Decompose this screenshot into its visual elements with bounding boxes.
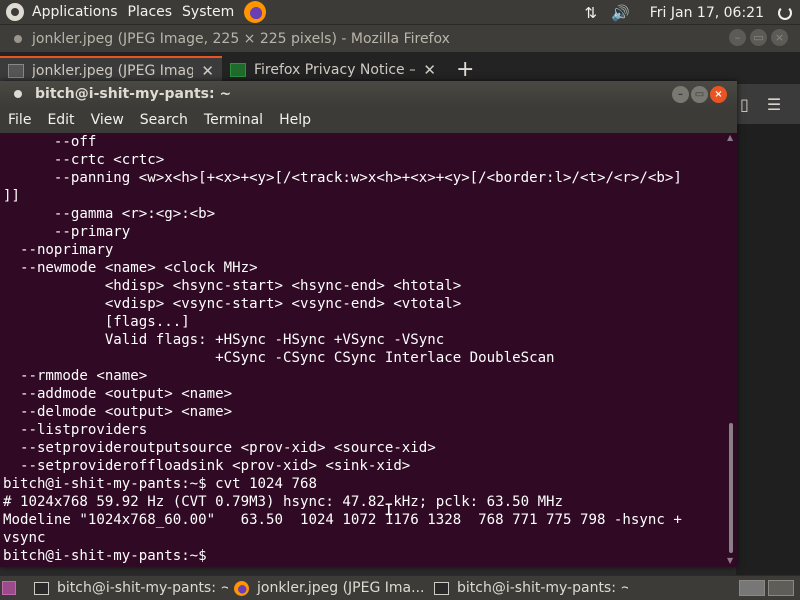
terminal-window-title: bitch@i-shit-my-pants: ~ <box>35 86 232 102</box>
terminal-line: [flags...] <box>3 314 190 330</box>
system-menu-label: System <box>182 4 235 20</box>
firefox-window-title: jonkler.jpeg (JPEG Image, 225 × 225 pixe… <box>32 30 450 47</box>
menu-search[interactable]: Search <box>132 112 196 128</box>
terminal-output[interactable]: --off --crtc <crtc> --panning <w>x<h>[+<… <box>0 133 737 567</box>
menu-help[interactable]: Help <box>271 112 319 128</box>
new-tab-icon[interactable]: + <box>444 57 486 84</box>
task-label: jonkler.jpeg (JPEG Ima... <box>257 580 425 596</box>
task-firefox[interactable]: jonkler.jpeg (JPEG Ima... <box>228 576 428 600</box>
places-menu-label: Places <box>127 4 173 20</box>
terminal-line: Valid flags: +HSync -HSync +VSync -VSync <box>3 332 445 348</box>
terminal-line: <vdisp> <vsync-start> <vsync-end> <vtota… <box>3 296 462 312</box>
tab-jonkler[interactable]: jonkler.jpeg (JPEG Image ✕ <box>0 56 222 84</box>
tab-label: Firefox Privacy Notice — <box>254 62 416 78</box>
terminal-window-controls: – ▭ × <box>672 86 727 103</box>
task-label: bitch@i-shit-my-pants: ~ <box>57 580 228 596</box>
sidebar-icon[interactable]: ▯ <box>740 95 749 114</box>
menu-edit[interactable]: Edit <box>39 112 82 128</box>
terminal-icon <box>34 581 49 595</box>
show-desktop-icon[interactable] <box>2 581 16 595</box>
tab-close-icon[interactable]: ✕ <box>423 61 436 79</box>
terminal-line: --rmmode <name> <box>3 368 148 384</box>
image-tab-icon <box>8 64 24 78</box>
terminal-line: Modeline "1024x768_60.00" 63.50 1024 107… <box>3 512 682 528</box>
panel-tray: ⇅ 🔊 Fri Jan 17, 06:21 <box>585 0 800 25</box>
terminal-menubar: File Edit View Search Terminal Help <box>0 107 737 133</box>
firefox-tab-strip: jonkler.jpeg (JPEG Image ✕ Firefox Priva… <box>0 52 800 84</box>
terminal-line: --noprimary <box>3 242 114 258</box>
clock[interactable]: Fri Jan 17, 06:21 <box>650 5 764 21</box>
minimize-icon[interactable]: – <box>729 29 746 46</box>
text-cursor-icon: I <box>384 500 394 519</box>
applications-menu-label: Applications <box>32 4 118 20</box>
top-panel: Applications Places System ⇅ 🔊 Fri Jan 1… <box>0 0 800 25</box>
scroll-down-icon[interactable]: ▼ <box>727 556 733 565</box>
menu-view[interactable]: View <box>83 112 132 128</box>
firefox-content <box>736 124 800 575</box>
firefox-window-controls: – ▭ × <box>729 29 788 46</box>
firefox-launcher-icon[interactable] <box>244 1 267 23</box>
task-terminal-2[interactable]: bitch@i-shit-my-pants: ~ <box>428 576 628 600</box>
terminal-line: ]] <box>3 188 20 204</box>
tab-privacy-notice[interactable]: Firefox Privacy Notice — ✕ <box>222 56 444 84</box>
terminal-line: --setprovideroffloadsink <prov-xid> <sin… <box>3 458 411 474</box>
terminal-line: --addmode <output> <name> <box>3 386 233 402</box>
system-menu[interactable]: System <box>176 0 238 25</box>
workspace-1[interactable] <box>739 580 765 596</box>
terminal-window: bitch@i-shit-my-pants: ~ – ▭ × File Edit… <box>0 81 737 567</box>
terminal-line: bitch@i-shit-my-pants:~$ <box>3 548 216 564</box>
terminal-line: --delmode <output> <name> <box>3 404 233 420</box>
terminal-line: --primary <box>3 224 131 240</box>
hamburger-menu-icon[interactable]: ☰ <box>767 95 781 114</box>
terminal-line: bitch@i-shit-my-pants:~$ cvt 1024 768 <box>3 476 317 492</box>
terminal-line: # 1024x768 59.92 Hz (CVT 0.79M3) hsync: … <box>3 494 564 510</box>
maximize-icon[interactable]: ▭ <box>750 29 767 46</box>
applications-menu[interactable]: Applications <box>0 0 122 25</box>
window-menu-icon[interactable] <box>14 90 22 98</box>
workspace-switcher <box>739 580 794 596</box>
maximize-icon[interactable]: ▭ <box>691 86 708 103</box>
terminal-line: --listproviders <box>3 422 148 438</box>
workspace-2[interactable] <box>768 580 794 596</box>
task-label: bitch@i-shit-my-pants: ~ <box>457 580 628 596</box>
terminal-text: --off --crtc <crtc> --panning <w>x<h>[+<… <box>3 133 723 565</box>
places-menu[interactable]: Places <box>122 0 177 25</box>
terminal-scrollbar[interactable]: ▲ ▼ <box>725 133 737 567</box>
minimize-icon[interactable]: – <box>672 86 689 103</box>
close-icon[interactable]: × <box>710 86 727 103</box>
menu-terminal[interactable]: Terminal <box>196 112 271 128</box>
terminal-line: vsync <box>3 530 46 546</box>
firefox-toolbar: ▯ ☰ <box>736 84 800 124</box>
scrollbar-thumb[interactable] <box>729 423 733 553</box>
terminal-icon <box>434 581 449 595</box>
firefox-titlebar[interactable]: jonkler.jpeg (JPEG Image, 225 × 225 pixe… <box>0 25 800 52</box>
terminal-line: <hdisp> <hsync-start> <hsync-end> <htota… <box>3 278 462 294</box>
terminal-line: --gamma <r>:<g>:<b> <box>3 206 216 222</box>
power-icon[interactable] <box>778 5 792 20</box>
firefox-icon <box>234 580 249 596</box>
terminal-line: +CSync -CSync CSync Interlace DoubleScan <box>3 350 555 366</box>
terminal-line: --setprovideroutputsource <prov-xid> <so… <box>3 440 436 456</box>
close-icon[interactable]: × <box>771 29 788 46</box>
ubuntu-logo-icon <box>6 3 24 21</box>
tab-label: jonkler.jpeg (JPEG Image <box>32 63 194 79</box>
terminal-line: --crtc <crtc> <box>3 152 165 168</box>
volume-icon[interactable]: 🔊 <box>611 4 630 22</box>
terminal-titlebar[interactable]: bitch@i-shit-my-pants: ~ – ▭ × <box>0 81 737 107</box>
task-terminal-1[interactable]: bitch@i-shit-my-pants: ~ <box>28 576 228 600</box>
network-arrows-icon[interactable]: ⇅ <box>585 4 598 22</box>
scroll-up-icon[interactable]: ▲ <box>727 133 733 142</box>
window-menu-icon[interactable] <box>14 34 22 43</box>
terminal-line: --newmode <name> <clock MHz> <box>3 260 258 276</box>
tab-close-icon[interactable]: ✕ <box>201 62 214 80</box>
menu-file[interactable]: File <box>0 112 39 128</box>
terminal-line: --off <box>3 134 97 150</box>
page-tab-icon <box>230 63 246 77</box>
terminal-line: --panning <w>x<h>[+<x>+<y>[/<track:w>x<h… <box>3 170 682 186</box>
bottom-taskbar: bitch@i-shit-my-pants: ~ jonkler.jpeg (J… <box>0 575 800 600</box>
